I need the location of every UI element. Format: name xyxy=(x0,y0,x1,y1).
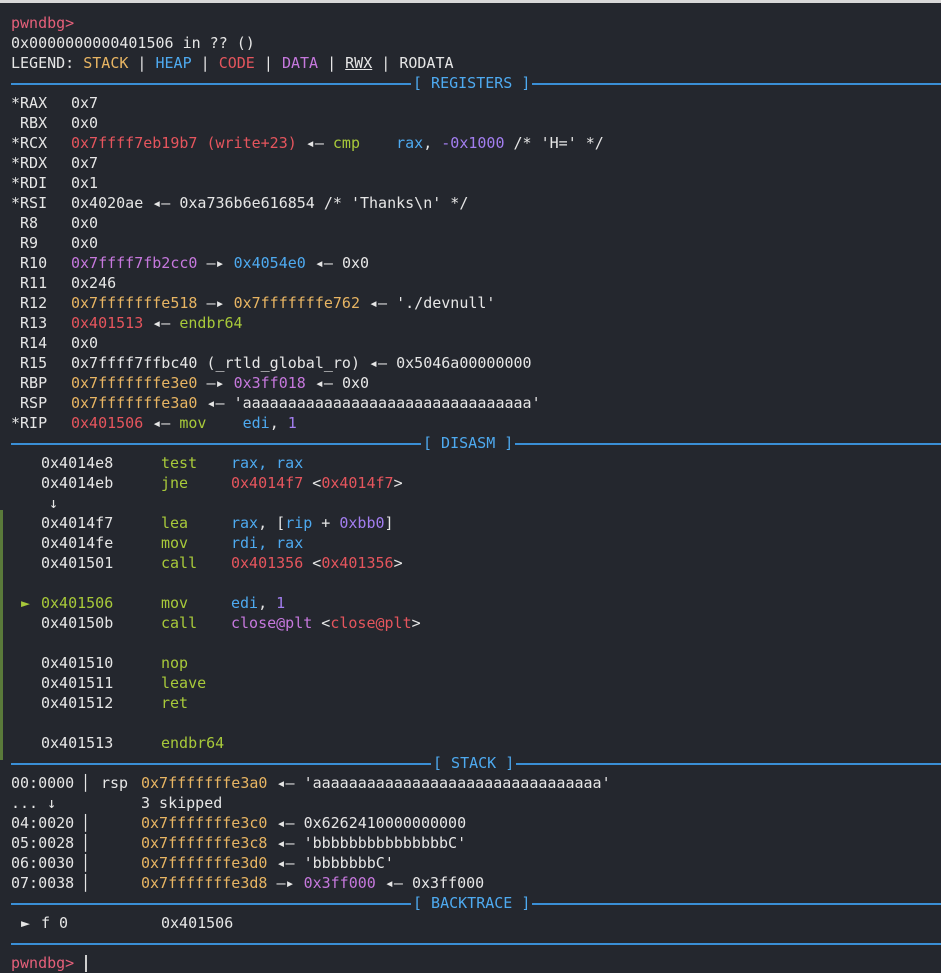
bottom-rule xyxy=(0,933,941,953)
register-rax: *RAX 0x7 xyxy=(11,94,99,112)
disasm-line: 0x4014f7 lea rax, [rip + 0xbb0] xyxy=(41,514,394,532)
disasm-line: 0x4014e8 test rax, rax xyxy=(41,454,304,472)
jump-arrow: ↓ xyxy=(49,494,59,512)
register-rbp: RBP 0x7fffffffe3e0 —▸ 0x3ff018 ◂— 0x0 xyxy=(11,374,370,392)
prompt-line: pwndbg> xyxy=(11,14,75,32)
register-rdi: *RDI 0x1 xyxy=(11,174,99,192)
disasm-header: [ DISASM ] xyxy=(0,433,941,453)
text-cursor xyxy=(85,955,88,972)
register-r10: R10 0x7ffff7fb2cc0 —▸ 0x4054e0 ◂— 0x0 xyxy=(11,254,370,272)
stack-header: [ STACK ] xyxy=(0,753,941,773)
disasm-line: 0x401513 endbr64 xyxy=(41,734,225,752)
disasm-line: 0x401511 leave xyxy=(41,674,207,692)
register-r8: R8 0x0 xyxy=(11,214,99,232)
stack-row: 00:0000 │ rsp 0x7fffffffe3a0 ◂— 'aaaaaaaaaa… xyxy=(11,774,611,792)
stack-skip-row: ... ↓ 3 skipped xyxy=(11,794,223,812)
stack-row: 05:0028 │ 0x7fffffffe3c8 ◂— 'bbbbbbbbbbbbb… xyxy=(11,834,467,852)
stack-row: 07:0038 │ 0x7fffffffe3d8 —▸ 0x3ff000 ◂— 0x… xyxy=(11,874,485,892)
backtrace-frame: ► f 0 0x401506 xyxy=(21,914,234,932)
register-r12: R12 0x7fffffffe518 —▸ 0x7fffffffe762 ◂— '… xyxy=(11,294,496,312)
disasm-line: 0x4014fe mov rdi, rax xyxy=(41,534,304,552)
register-rcx: *RCX 0x7ffff7eb19b7 (write+23) ◂— cmp rax… xyxy=(11,134,604,152)
register-rip: *RIP 0x401506 ◂— mov edi, 1 xyxy=(11,414,297,432)
register-r14: R14 0x0 xyxy=(11,334,99,352)
stack-row: 06:0030 │ 0x7fffffffe3d0 ◂— 'bbbbbbbC' xyxy=(11,854,394,872)
location-line: 0x0000000000401506 in ?? () xyxy=(11,34,255,52)
legend-line: LEGEND: STACK | HEAP | CODE | DATA | RWX… xyxy=(11,54,454,72)
register-rdx: *RDX 0x7 xyxy=(11,154,99,172)
register-r15: R15 0x7ffff7ffbc40 (_rtld_global_ro) ◂— 0… xyxy=(11,354,532,372)
disasm-current-line: ► 0x401506 mov edi, 1 xyxy=(21,594,286,612)
disasm-line: 0x401512 ret xyxy=(41,694,189,712)
register-rbx: RBX 0x0 xyxy=(11,114,99,132)
backtrace-header: [ BACKTRACE ] xyxy=(0,893,941,913)
disasm-line: 0x4014eb jne 0x4014f7 <0x4014f7> xyxy=(41,474,403,492)
register-r9: R9 0x0 xyxy=(11,234,99,252)
current-instruction-marker-icon: ► xyxy=(21,594,31,612)
disasm-line: 0x40150b call close@plt <close@plt> xyxy=(41,614,421,632)
prompt-input-line[interactable]: pwndbg> xyxy=(0,953,941,973)
register-rsp: RSP 0x7fffffffe3a0 ◂— 'aaaaaaaaaaaaaaaaaa… xyxy=(11,394,541,412)
terminal-window[interactable]: pwndbg> 0x0000000000401506 in ?? () LEGE… xyxy=(0,0,941,972)
frame-marker-icon: ► xyxy=(21,914,31,932)
disasm-line: 0x401501 call 0x401356 <0x401356> xyxy=(41,554,403,572)
register-r11: R11 0x246 xyxy=(11,274,117,292)
disasm-line: 0x401510 nop xyxy=(41,654,189,672)
registers-header: [ REGISTERS ] xyxy=(0,73,941,93)
stack-row: 04:0020 │ 0x7fffffffe3c0 ◂— 0x626241000000… xyxy=(11,814,467,832)
register-r13: R13 0x401513 ◂— endbr64 xyxy=(11,314,243,332)
register-rsi: *RSI 0x4020ae ◂— 0xa736b6e616854 /* 'Than… xyxy=(11,194,469,212)
